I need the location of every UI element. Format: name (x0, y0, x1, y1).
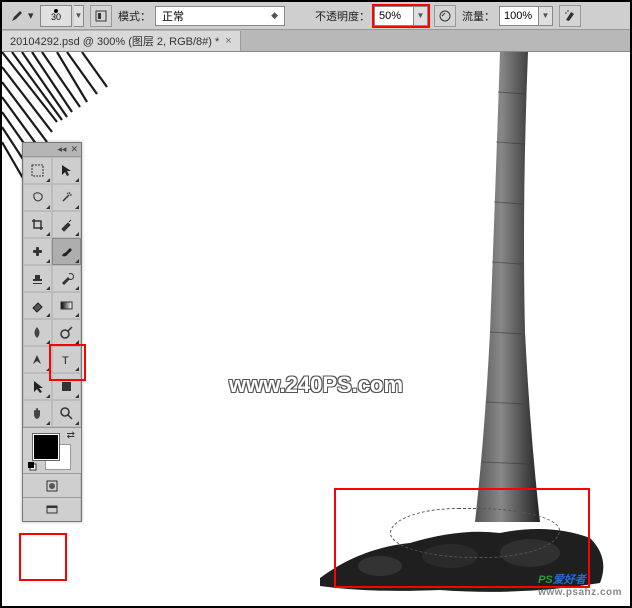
magic-wand-tool-icon[interactable] (52, 184, 81, 211)
tools-panel-header[interactable]: ◂◂ ✕ (23, 143, 81, 157)
opacity-control: 50% ▼ (374, 6, 428, 26)
tools-grid: T (23, 157, 81, 427)
eyedropper-tool-icon[interactable] (52, 211, 81, 238)
brush-preview[interactable]: 30 (40, 5, 72, 27)
mode-value: 正常 (162, 8, 184, 24)
brush-size-value: 30 (51, 13, 61, 22)
brand-url: www.psahz.com (538, 587, 622, 598)
zoom-tool-icon[interactable] (52, 400, 81, 427)
document-tab[interactable]: 20104292.psd @ 300% (图层 2, RGB/8#) * × (2, 31, 241, 51)
brush-preset-dropdown[interactable]: ▼ (74, 5, 84, 27)
highlight-box-roots (334, 488, 590, 588)
close-icon[interactable]: ✕ (70, 144, 78, 155)
dodge-tool-icon[interactable] (52, 319, 81, 346)
tab-title: 20104292.psd @ 300% (图层 2, RGB/8#) * (10, 33, 219, 49)
collapse-icon[interactable]: ◂◂ (57, 144, 66, 155)
palm-trunk-image (470, 52, 560, 522)
pen-tool-icon[interactable] (23, 346, 52, 373)
flow-control: 100% ▼ (499, 6, 553, 26)
brush-panel-toggle-icon[interactable] (90, 5, 112, 27)
quick-mask-icon[interactable] (23, 474, 81, 497)
opacity-value: 50% (379, 10, 401, 22)
opacity-input[interactable]: 50% (374, 6, 414, 26)
tab-close-icon[interactable]: × (225, 35, 231, 47)
stamp-tool-icon[interactable] (23, 265, 52, 292)
screen-mode-icon[interactable] (23, 498, 81, 521)
dropdown-arrow-icon: ◆ (271, 10, 278, 21)
flow-stepper[interactable]: ▼ (539, 6, 553, 26)
flow-value: 100% (504, 10, 532, 22)
airbrush-icon[interactable] (559, 5, 581, 27)
document-tabs: 20104292.psd @ 300% (图层 2, RGB/8#) * × (2, 30, 630, 52)
foreground-color-swatch[interactable] (33, 434, 59, 460)
canvas[interactable]: www.240PS.com PS爱好者 www.psahz.com (2, 52, 630, 606)
tablet-pressure-opacity-icon[interactable] (434, 5, 456, 27)
mode-select[interactable]: 正常 ◆ (155, 6, 285, 26)
gradient-tool-icon[interactable] (52, 292, 81, 319)
path-select-tool-icon[interactable] (23, 373, 52, 400)
flow-input[interactable]: 100% (499, 6, 539, 26)
lasso-tool-icon[interactable] (23, 184, 52, 211)
crop-tool-icon[interactable] (23, 211, 52, 238)
history-brush-tool-icon[interactable] (52, 265, 81, 292)
tool-preset-dropdown[interactable]: ▾ (28, 8, 36, 24)
options-bar: ▾ 30 ▼ 模式： 正常 ◆ 不透明度： 50% ▼ 流量： 100% ▼ (2, 2, 630, 30)
tools-panel: ◂◂ ✕ T ⇄ (22, 142, 82, 522)
hand-tool-icon[interactable] (23, 400, 52, 427)
highlight-box-foreground-color (19, 533, 67, 581)
mode-label: 模式： (118, 8, 151, 24)
blur-tool-icon[interactable] (23, 319, 52, 346)
color-swatches: ⇄ (23, 427, 81, 473)
marquee-tool-icon[interactable] (23, 157, 52, 184)
screen-mode-row (23, 497, 81, 521)
healing-brush-tool-icon[interactable] (23, 238, 52, 265)
brush-tool-icon[interactable] (52, 238, 81, 265)
highlight-box-brush-tool (49, 344, 86, 381)
default-colors-icon[interactable] (27, 461, 37, 471)
opacity-stepper[interactable]: ▼ (414, 6, 428, 26)
watermark-text: www.240PS.com (229, 372, 403, 398)
flow-label: 流量： (462, 8, 495, 24)
move-tool-icon[interactable] (52, 157, 81, 184)
eraser-tool-icon[interactable] (23, 292, 52, 319)
swap-colors-icon[interactable]: ⇄ (67, 430, 75, 441)
opacity-label: 不透明度： (315, 8, 370, 24)
tool-indicator-brush-icon[interactable] (8, 7, 26, 25)
quick-mask-row (23, 473, 81, 497)
